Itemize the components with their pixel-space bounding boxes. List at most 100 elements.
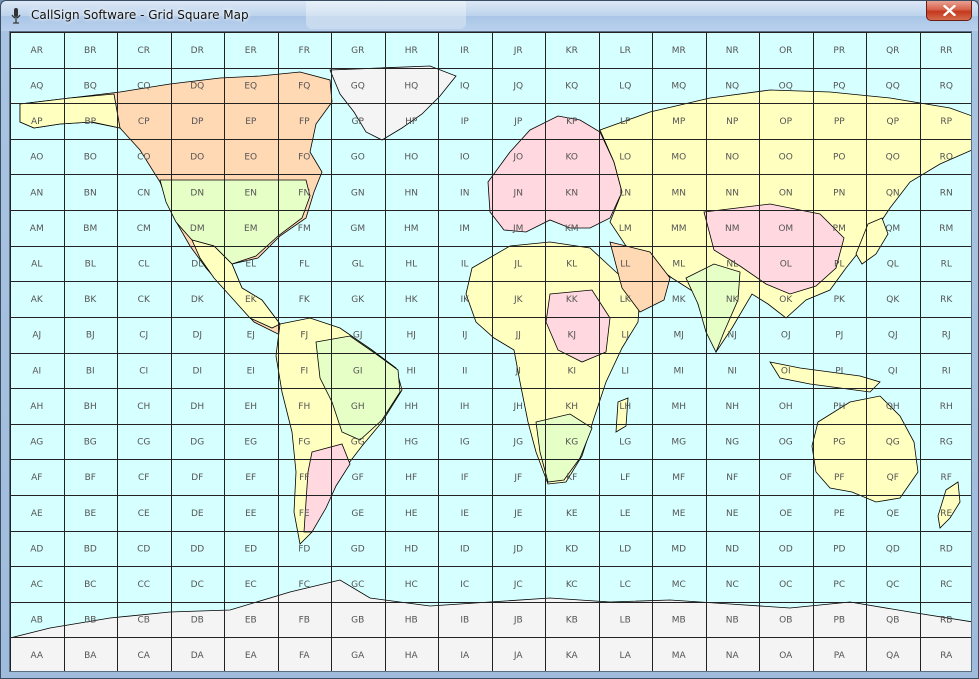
grid-square-label-BP[interactable]: BP: [84, 117, 96, 127]
grid-square-label-NE[interactable]: NE: [726, 509, 739, 519]
grid-square-label-IC[interactable]: IC: [460, 580, 469, 590]
grid-square-label-KO[interactable]: KO: [566, 153, 579, 163]
grid-square-label-BJ[interactable]: BJ: [86, 331, 95, 341]
grid-square-label-EH[interactable]: EH: [245, 402, 257, 412]
grid-square-label-OO[interactable]: OO: [779, 153, 793, 163]
grid-square-label-RF[interactable]: RF: [941, 473, 952, 483]
grid-square-label-FO[interactable]: FO: [298, 153, 310, 163]
grid-square-label-CG[interactable]: CG: [137, 438, 150, 448]
grid-square-label-OP[interactable]: OP: [779, 117, 792, 127]
grid-square-label-LI[interactable]: LI: [621, 366, 629, 376]
grid-square-label-GH[interactable]: GH: [351, 402, 365, 412]
grid-square-label-II[interactable]: II: [462, 366, 467, 376]
grid-square-label-DQ[interactable]: DQ: [190, 81, 204, 91]
grid-square-label-NP[interactable]: NP: [726, 117, 739, 127]
grid-square-label-OG[interactable]: OG: [779, 438, 793, 448]
grid-square-label-FI[interactable]: FI: [300, 366, 308, 376]
grid-square-label-LF[interactable]: LF: [620, 473, 630, 483]
grid-square-label-RM[interactable]: RM: [939, 224, 953, 234]
grid-square-label-AE[interactable]: AE: [31, 509, 43, 519]
grid-square-label-QL[interactable]: QL: [887, 259, 899, 269]
grid-square-label-DL[interactable]: DL: [191, 259, 203, 269]
grid-square-label-PR[interactable]: PR: [833, 46, 845, 56]
grid-square-label-AJ[interactable]: AJ: [32, 331, 41, 341]
grid-square-label-DD[interactable]: DD: [190, 544, 204, 554]
grid-square-label-DB[interactable]: DB: [191, 616, 204, 626]
grid-square-label-RC[interactable]: RC: [940, 580, 952, 590]
grid-square-label-KI[interactable]: KI: [567, 366, 576, 376]
grid-square-label-NI[interactable]: NI: [728, 366, 737, 376]
grid-square-label-QN[interactable]: QN: [886, 188, 900, 198]
grid-square-label-LP[interactable]: LP: [620, 117, 631, 127]
grid-square-label-BD[interactable]: BD: [84, 544, 97, 554]
grid-square-label-QM[interactable]: QM: [885, 224, 900, 234]
grid-square-label-FJ[interactable]: FJ: [300, 331, 308, 341]
grid-square-label-EE[interactable]: EE: [245, 509, 257, 519]
grid-square-label-LG[interactable]: LG: [619, 438, 631, 448]
grid-square-label-AC[interactable]: AC: [31, 580, 43, 590]
grid-square-label-GC[interactable]: GC: [351, 580, 364, 590]
grid-square-label-HC[interactable]: HC: [405, 580, 418, 590]
grid-square-label-PO[interactable]: PO: [833, 153, 846, 163]
grid-square-label-PH[interactable]: PH: [833, 402, 845, 412]
grid-square-label-GF[interactable]: GF: [352, 473, 364, 483]
grid-square-label-QJ[interactable]: QJ: [888, 331, 898, 341]
grid-square-label-RB[interactable]: RB: [940, 616, 952, 626]
grid-square-label-AO[interactable]: AO: [30, 153, 43, 163]
grid-square-label-EG[interactable]: EG: [244, 438, 257, 448]
grid-square-label-BB[interactable]: BB: [84, 616, 96, 626]
grid-square-label-MO[interactable]: MO: [671, 153, 686, 163]
grid-square-label-CF[interactable]: CF: [138, 473, 149, 483]
grid-square-label-RG[interactable]: RG: [940, 438, 953, 448]
grid-square-label-NB[interactable]: NB: [726, 616, 739, 626]
grid-square-label-AL[interactable]: AL: [31, 259, 42, 269]
grid-square-label-BK[interactable]: BK: [84, 295, 97, 305]
grid-square-label-FQ[interactable]: FQ: [298, 81, 310, 91]
grid-square-label-FD[interactable]: FD: [298, 544, 310, 554]
grid-square-label-KH[interactable]: KH: [565, 402, 578, 412]
grid-square-label-ND[interactable]: ND: [725, 544, 739, 554]
grid-square-label-RJ[interactable]: RJ: [942, 331, 951, 341]
grid-square-label-OI[interactable]: OI: [781, 366, 791, 376]
grid-square-label-RN[interactable]: RN: [940, 188, 953, 198]
grid-square-label-GJ[interactable]: GJ: [353, 331, 363, 341]
grid-square-label-BE[interactable]: BE: [84, 509, 96, 519]
grid-square-label-JA[interactable]: JA: [513, 651, 523, 661]
grid-square-label-NM[interactable]: NM: [725, 224, 740, 234]
grid-square-label-IF[interactable]: IF: [461, 473, 469, 483]
grid-square-label-CA[interactable]: CA: [138, 651, 151, 661]
grid-square-label-MJ[interactable]: MJ: [674, 331, 684, 341]
grid-square-label-NF[interactable]: NF: [726, 473, 738, 483]
grid-square-map[interactable]: AR BR CR DR ER FR GR HR IR JR KR LR MR NR OR PR QR RR AQ BQ…: [9, 31, 972, 672]
grid-square-label-BM[interactable]: BM: [83, 224, 97, 234]
grid-square-label-PG[interactable]: PG: [833, 438, 845, 448]
grid-square-label-LQ[interactable]: LQ: [619, 81, 631, 91]
grid-square-label-IE[interactable]: IE: [461, 509, 470, 519]
grid-square-label-NH[interactable]: NH: [726, 402, 740, 412]
grid-square-label-CN[interactable]: CN: [137, 188, 150, 198]
grid-square-label-NG[interactable]: NG: [725, 438, 739, 448]
grid-square-label-HE[interactable]: HE: [405, 509, 418, 519]
grid-square-label-RQ[interactable]: RQ: [940, 81, 953, 91]
grid-square-label-AD[interactable]: AD: [30, 544, 43, 554]
grid-square-label-DC[interactable]: DC: [191, 580, 204, 590]
grid-square-label-IO[interactable]: IO: [460, 153, 470, 163]
grid-square-label-NR[interactable]: NR: [726, 46, 739, 56]
grid-square-label-PC[interactable]: PC: [833, 580, 845, 590]
grid-square-label-AH[interactable]: AH: [30, 402, 43, 412]
grid-square-label-GI[interactable]: GI: [353, 366, 363, 376]
grid-square-label-CR[interactable]: CR: [137, 46, 150, 56]
grid-square-label-FG[interactable]: FG: [298, 438, 310, 448]
grid-square-label-EF[interactable]: EF: [245, 473, 256, 483]
grid-square-label-CL[interactable]: CL: [138, 259, 149, 269]
grid-square-label-BA[interactable]: BA: [84, 651, 97, 661]
grid-square-label-IQ[interactable]: IQ: [460, 81, 470, 91]
grid-square-label-JQ[interactable]: JQ: [512, 81, 523, 91]
grid-square-label-GN[interactable]: GN: [351, 188, 365, 198]
grid-square-label-OQ[interactable]: OQ: [779, 81, 793, 91]
grid-square-label-DM[interactable]: DM: [190, 224, 205, 234]
grid-square-label-CM[interactable]: CM: [137, 224, 151, 234]
grid-square-label-JO[interactable]: JO: [512, 153, 523, 163]
grid-square-label-PN[interactable]: PN: [833, 188, 845, 198]
grid-square-label-MK[interactable]: MK: [672, 295, 687, 305]
